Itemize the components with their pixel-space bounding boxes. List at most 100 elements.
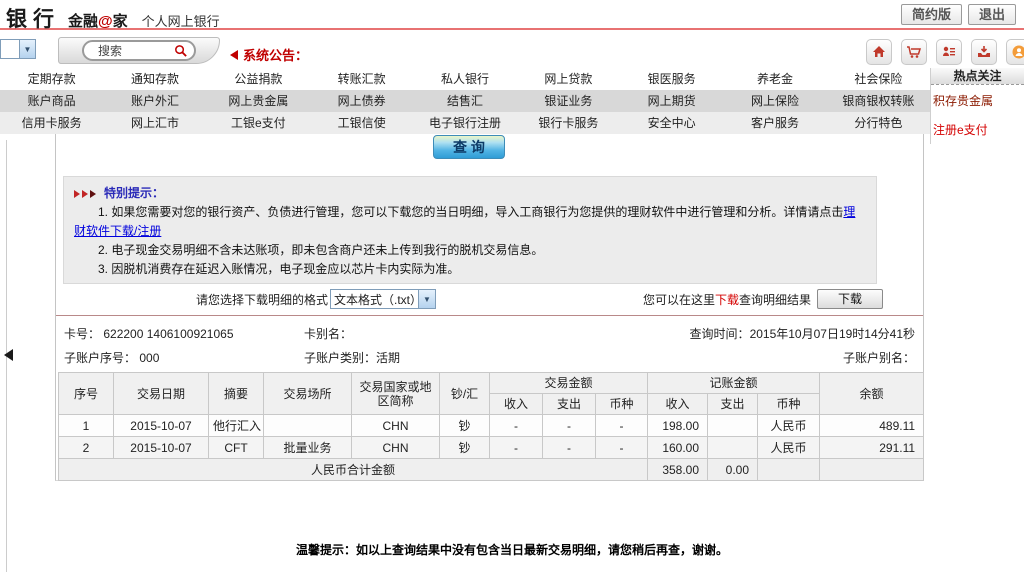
col-summary: 摘要 xyxy=(208,372,264,415)
cell-cash: 钞 xyxy=(439,414,490,437)
nav-item-notice-deposit[interactable]: 通知存款 xyxy=(103,68,206,90)
sub-account-seq-label: 子账户序号： xyxy=(64,351,137,365)
hot-topics-title: 热点关注 xyxy=(931,68,1024,85)
cart-icon[interactable] xyxy=(901,39,927,65)
notice-item-1: 1. 如果您需要对您的银行资产、负债进行管理，您可以下载您的当日明细，导入工商银… xyxy=(74,205,856,238)
download-format-group: 请您选择下载明细的格式 文本格式（.txt） ▼ xyxy=(196,289,437,309)
notice-triangle-icon xyxy=(82,189,88,198)
brand-at-symbol: @ xyxy=(98,13,113,30)
nav-item-bank-medical[interactable]: 银医服务 xyxy=(620,68,723,90)
notice-item-2: 2. 电子现金交易明细不含未达账项，即未包含商户还未上传到我行的脱机交易信息。 xyxy=(98,243,544,257)
cell-txn-expense: - xyxy=(542,414,596,437)
cell-txn-currency: - xyxy=(594,414,649,437)
logout-button[interactable]: 退出 xyxy=(967,4,1016,25)
nav-item-bank-card-service[interactable]: 银行卡服务 xyxy=(517,112,620,134)
query-time: 查询时间：2015年10月07日19时14分41秒 xyxy=(689,327,915,341)
nav-item-icbc-messenger[interactable]: 工银信使 xyxy=(310,112,413,134)
table-row: 2 2015-10-07 CFT 批量业务 CHN 钞 - - - 160.00… xyxy=(58,436,925,459)
home-icon[interactable] xyxy=(866,39,892,65)
nav-item-online-precious-metal[interactable]: 网上贵金属 xyxy=(207,90,310,112)
search-icon[interactable] xyxy=(173,43,188,58)
simple-version-button[interactable]: 简约版 xyxy=(900,4,962,25)
nav-item-online-insurance[interactable]: 网上保险 xyxy=(723,90,826,112)
collapse-sidebar-arrow-icon[interactable] xyxy=(4,349,13,361)
nav-item-charity-donation[interactable]: 公益捐款 xyxy=(207,68,310,90)
total-label: 人民币合计金额 xyxy=(57,458,649,481)
nav-item-social-insurance[interactable]: 社会保险 xyxy=(827,68,930,90)
nav-item-online-bond[interactable]: 网上债券 xyxy=(310,90,413,112)
download-hint-group: 您可以在这里下载查询明细结果 下载 xyxy=(643,289,883,309)
total-currency-empty xyxy=(757,458,821,481)
chevron-down-icon: ▼ xyxy=(418,290,436,308)
nav-item-branch-features[interactable]: 分行特色 xyxy=(827,112,930,134)
nav-item-online-loan[interactable]: 网上贷款 xyxy=(517,68,620,90)
cell-book-currency: 人民币 xyxy=(757,436,821,459)
nav-item-account-forex[interactable]: 账户外汇 xyxy=(103,90,206,112)
query-button[interactable]: 查 询 xyxy=(433,135,505,159)
cell-balance: 291.11 xyxy=(819,436,925,459)
nav-item-ebanking-register[interactable]: 电子银行注册 xyxy=(413,112,516,134)
bank-logo: 银行 金融@家 个人网上银行 xyxy=(6,3,220,33)
cell-book-currency: 人民币 xyxy=(757,414,821,437)
cell-txn-expense: - xyxy=(542,436,596,459)
col-place: 交易场所 xyxy=(263,372,352,415)
customer-service-icon[interactable] xyxy=(1006,39,1024,65)
nav-item-private-banking[interactable]: 私人银行 xyxy=(413,68,516,90)
total-balance-empty xyxy=(819,458,925,481)
nav-item-online-futures[interactable]: 网上期货 xyxy=(620,90,723,112)
col-cash-remit: 钞/汇 xyxy=(439,372,490,415)
search-input[interactable]: 搜索 xyxy=(82,40,196,61)
col-book-expense: 支出 xyxy=(707,393,759,415)
nav-item-forex-settlement[interactable]: 结售汇 xyxy=(413,90,516,112)
download-link[interactable]: 下载 xyxy=(715,293,739,307)
col-book-income: 收入 xyxy=(647,393,709,415)
bank-logo-text: 银行 xyxy=(6,8,60,31)
section-divider xyxy=(56,315,923,316)
cell-book-expense xyxy=(707,436,759,459)
cell-country: CHN xyxy=(351,436,440,459)
nav-item-security-center[interactable]: 安全中心 xyxy=(620,112,723,134)
card-alias-label: 卡别名： xyxy=(304,327,353,341)
hot-topics-panel: 热点关注 积存贵金属 注册e支付 xyxy=(930,68,1024,144)
transaction-table: 序号 交易日期 摘要 交易场所 交易国家或地区简称 钞/汇 交易金额 记账金额 … xyxy=(57,372,925,481)
download-hint-text: 您可以在这里下载查询明细结果 xyxy=(642,292,811,307)
download-format-select[interactable]: 文本格式（.txt） ▼ xyxy=(330,289,437,309)
cell-date: 2015-10-07 xyxy=(113,436,209,459)
download-row: 请您选择下载明细的格式 文本格式（.txt） ▼ 您可以在这里下载查询明细结果 … xyxy=(56,289,923,311)
nav-item-icbc-epay[interactable]: 工银e支付 xyxy=(207,112,310,134)
table-header-row-1: 序号 交易日期 摘要 交易场所 交易国家或地区简称 钞/汇 交易金额 记账金额 … xyxy=(58,372,925,415)
nav-item-online-forex-market[interactable]: 网上汇市 xyxy=(103,112,206,134)
notice-item-3: 3. 因脱机消费存在延迟入账情况，电子现金应以芯片卡内实际为准。 xyxy=(98,262,460,276)
nav-item-pension[interactable]: 养老金 xyxy=(723,68,826,90)
sub-account-type: 子账户类别：活期 xyxy=(304,351,401,365)
table-total-row: 人民币合计金额 358.00 0.00 xyxy=(57,458,925,481)
nav-item-fixed-deposit[interactable]: 定期存款 xyxy=(0,68,103,90)
special-notice-box: 特别提示： 1. 如果您需要对您的银行资产、负债进行管理，您可以下载您的当日明细… xyxy=(63,176,877,284)
cell-seq: 1 xyxy=(58,414,114,437)
download-format-value: 文本格式（.txt） xyxy=(334,292,419,307)
nav-item-customer-service[interactable]: 客户服务 xyxy=(723,112,826,134)
nav-row-2: 账户商品 账户外汇 网上贵金属 网上债券 结售汇 银证业务 网上期货 网上保险 … xyxy=(0,90,930,112)
menu-dropdown[interactable]: ▼ xyxy=(0,39,36,59)
download-button[interactable]: 下载 xyxy=(817,289,883,309)
nav-item-credit-card-service[interactable]: 信用卡服务 xyxy=(0,112,103,134)
cell-cash: 钞 xyxy=(439,436,490,459)
cell-country: CHN xyxy=(351,414,440,437)
contacts-icon[interactable] xyxy=(936,39,962,65)
notice-triangle-icon xyxy=(74,189,80,198)
download-inbox-icon[interactable] xyxy=(971,39,997,65)
col-balance: 余额 xyxy=(819,372,925,415)
hot-link-epay-register[interactable]: 注册e支付 xyxy=(933,121,1024,138)
col-txn-expense: 支出 xyxy=(542,393,596,415)
personal-banking-label: 个人网上银行 xyxy=(141,14,220,29)
brand-text: 金融@家 xyxy=(68,13,128,30)
nav-item-bank-merchant-transfer[interactable]: 银商银权转账 xyxy=(827,90,930,112)
col-group-booked-amount: 记账金额 xyxy=(647,372,821,394)
nav-item-bank-securities[interactable]: 银证业务 xyxy=(517,90,620,112)
hot-link-precious-metal[interactable]: 积存贵金属 xyxy=(933,92,1024,109)
top-header: 银行 金融@家 个人网上银行 简约版 退出 xyxy=(0,0,1024,33)
nav-item-account-commodity[interactable]: 账户商品 xyxy=(0,90,103,112)
nav-item-transfer-remit[interactable]: 转账汇款 xyxy=(310,68,413,90)
content-frame: 查 询 特别提示： 1. 如果您需要对您的银行资产、负债进行管理，您可以下载您的… xyxy=(55,134,925,481)
table-row: 1 2015-10-07 他行汇入 CHN 钞 - - - 198.00 人民币… xyxy=(58,414,925,437)
